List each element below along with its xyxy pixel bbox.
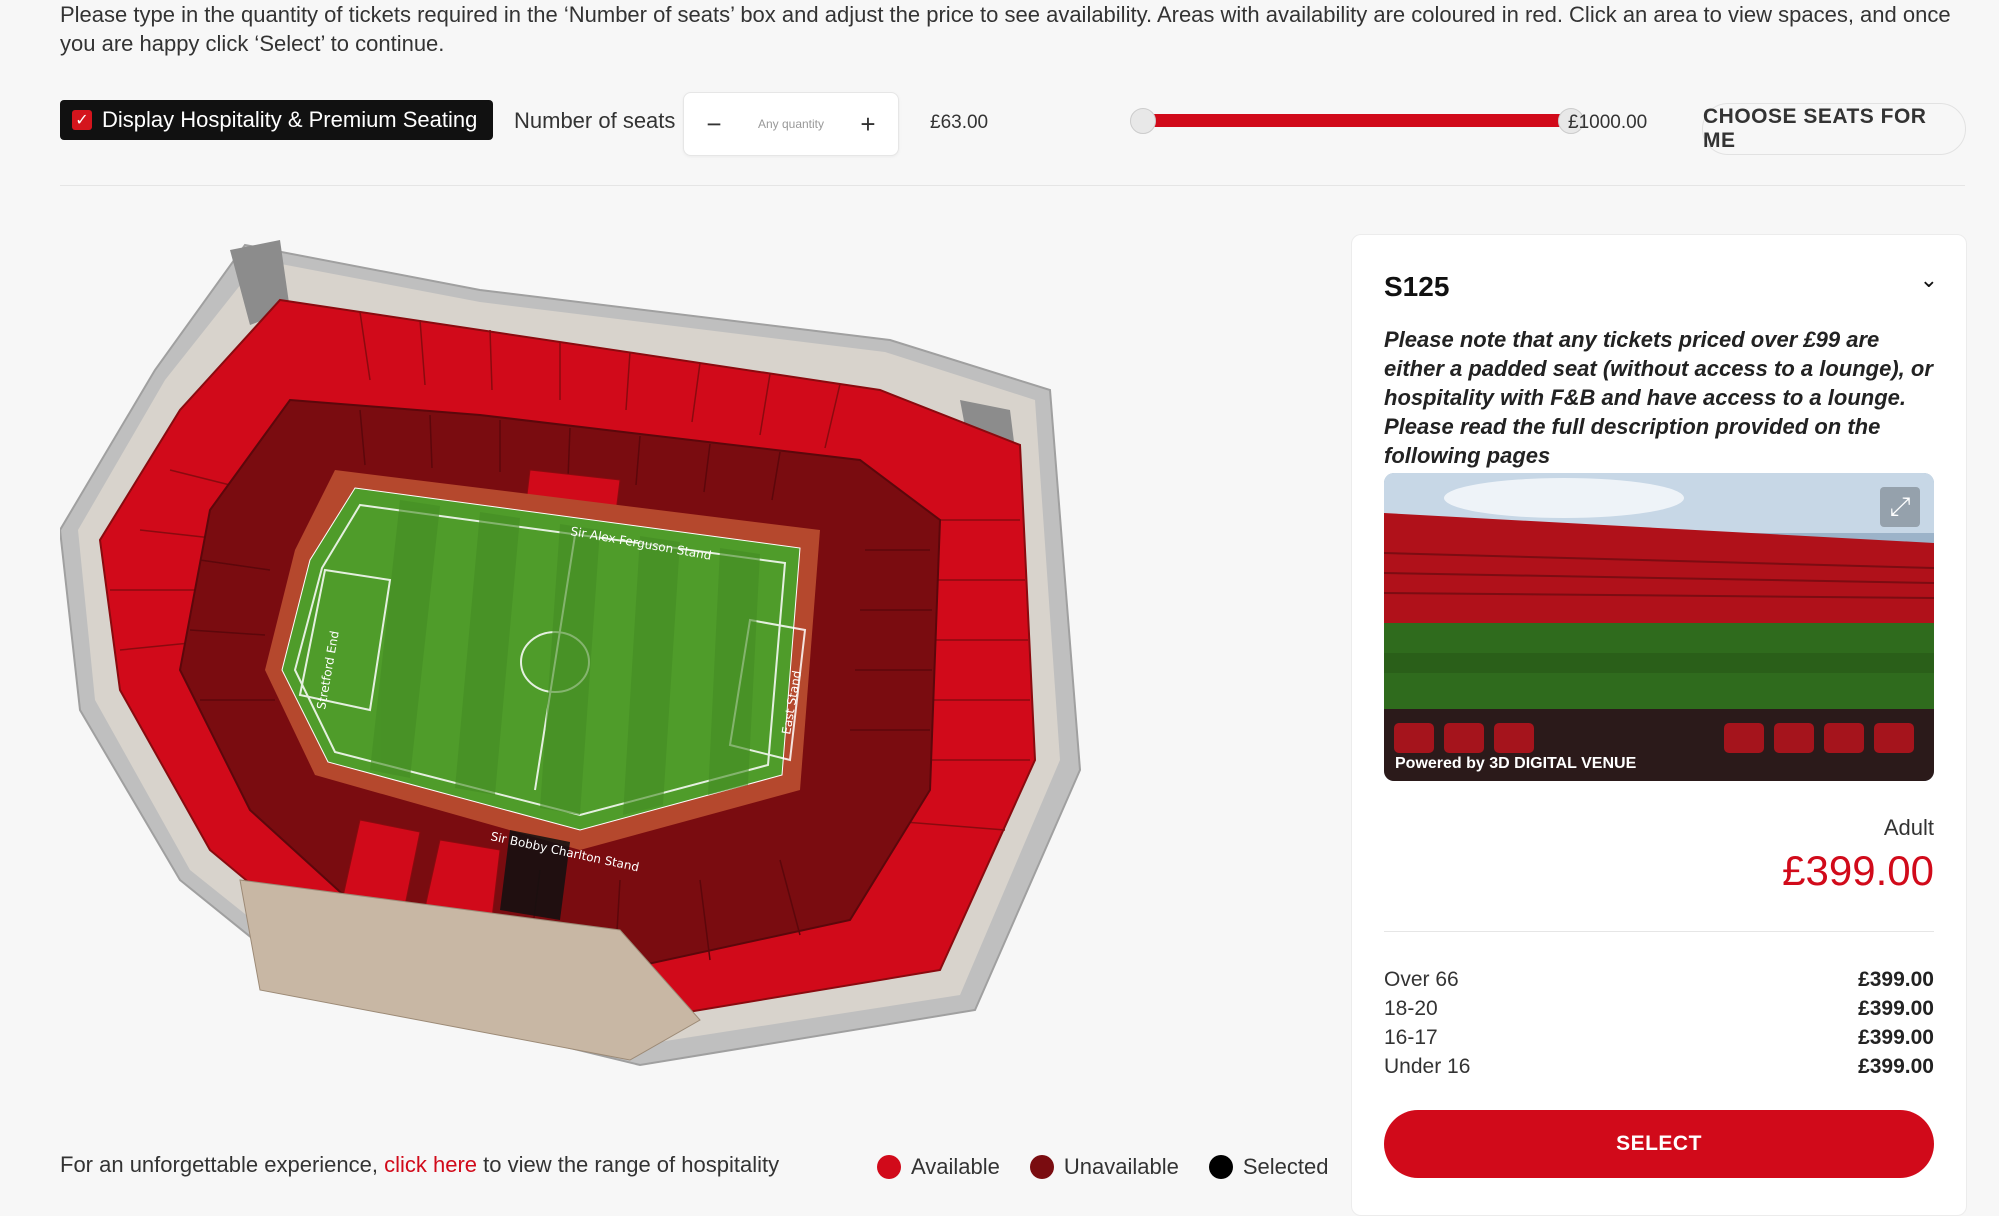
price-max-value: £1000.00 — [1568, 112, 1648, 133]
price-row-label: 16-17 — [1384, 1026, 1438, 1049]
filter-toolbar: ✓ Display Hospitality & Premium Seating … — [60, 92, 1966, 158]
price-row-value: £399.00 — [1858, 968, 1934, 991]
adult-price-value: £399.00 — [1782, 847, 1934, 894]
legend-available: Available — [877, 1154, 1000, 1180]
legend-selected: Selected — [1208, 1154, 1329, 1180]
panel-divider — [1384, 931, 1934, 932]
price-min-value: £63.00 — [930, 112, 989, 133]
hospitality-note-prefix: For an unforgettable experience, — [60, 1152, 385, 1177]
divider — [60, 185, 1965, 186]
quantity-input[interactable] — [744, 116, 838, 132]
quantity-stepper: − + — [683, 92, 899, 156]
available-dot-icon — [877, 1155, 901, 1179]
stadium-map-svg[interactable]: Sir Alex Ferguson Stand Sir Bobby Charlt… — [58, 230, 1090, 1070]
pricing-note: Please note that any tickets priced over… — [1384, 327, 1933, 468]
price-min-handle[interactable] — [1130, 108, 1156, 134]
chevron-down-icon[interactable]: ⌄ — [1920, 267, 1938, 293]
price-range-track — [1142, 114, 1572, 127]
powered-by-text: Powered by 3D DIGITAL VENUE — [1395, 755, 1637, 772]
price-row: Over 66 £399.00 — [1384, 965, 1934, 994]
price-row-label: Over 66 — [1384, 968, 1459, 991]
price-row-label: Under 16 — [1384, 1055, 1471, 1078]
select-button[interactable]: SELECT — [1384, 1110, 1934, 1178]
seats-label: Number of seats — [514, 108, 676, 133]
price-row-label: 18-20 — [1384, 997, 1438, 1020]
instructions-text: Please type in the quantity of tickets r… — [60, 2, 1951, 56]
price-row-value: £399.00 — [1858, 997, 1934, 1020]
price-range-slider[interactable] — [1130, 106, 1584, 136]
checkbox-checked-icon[interactable]: ✓ — [72, 110, 92, 130]
hospitality-link[interactable]: click here — [384, 1152, 477, 1177]
hospitality-note: For an unforgettable experience, click h… — [60, 1152, 779, 1178]
price-row: 18-20 £399.00 — [1384, 994, 1934, 1023]
section-title: S125 — [1384, 271, 1450, 302]
increase-quantity-button[interactable]: + — [838, 109, 898, 140]
legend-available-label: Available — [911, 1154, 1000, 1179]
stadium-map[interactable]: Sir Alex Ferguson Stand Sir Bobby Charlt… — [58, 230, 1090, 1070]
seat-view-preview[interactable]: ⤢ Powered by 3D DIGITAL VENUE — [1384, 473, 1934, 781]
seat-view-image — [1384, 473, 1934, 781]
adult-price-label: Adult — [1883, 815, 1934, 840]
choose-seats-button[interactable]: CHOOSE SEATS FOR ME — [1702, 103, 1966, 155]
fullscreen-icon[interactable]: ⤢ — [1880, 487, 1920, 527]
price-row-value: £399.00 — [1858, 1026, 1934, 1049]
legend-unavailable: Unavailable — [1029, 1154, 1179, 1180]
hospitality-note-suffix: to view the range of hospitality — [477, 1152, 780, 1177]
price-row-value: £399.00 — [1858, 1055, 1934, 1078]
hospitality-toggle[interactable]: ✓ Display Hospitality & Premium Seating — [60, 100, 494, 140]
legend-unavailable-label: Unavailable — [1063, 1154, 1179, 1179]
decrease-quantity-button[interactable]: − — [684, 109, 744, 140]
price-row: 16-17 £399.00 — [1384, 1023, 1934, 1052]
price-row: Under 16 £399.00 — [1384, 1052, 1934, 1081]
price-list: Over 66 £399.00 18-20 £399.00 16-17 £399… — [1384, 965, 1934, 1081]
map-legend: Available Unavailable Selected — [877, 1154, 1328, 1180]
selected-dot-icon — [1208, 1155, 1233, 1179]
unavailable-dot-icon — [1029, 1155, 1054, 1179]
hospitality-toggle-label: Display Hospitality & Premium Seating — [102, 107, 478, 132]
section-detail-panel: S125 ⌄ Please note that any tickets pric… — [1351, 234, 1967, 1216]
legend-selected-label: Selected — [1242, 1154, 1329, 1179]
